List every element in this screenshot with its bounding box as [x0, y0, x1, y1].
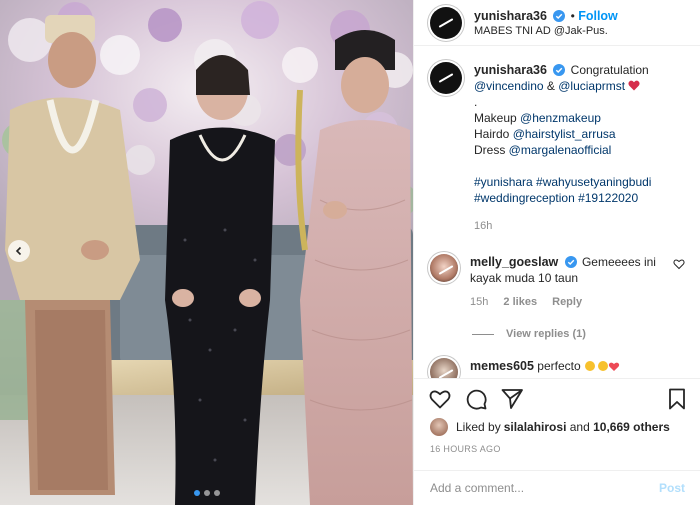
username-link[interactable]: yunishara36	[474, 9, 547, 23]
caption-line: yunishara36 Congratulation	[474, 62, 684, 78]
liked-by-count-link[interactable]: 10,669 others	[593, 420, 670, 434]
post-header-meta: yunishara36 • Follow MABES TNI AD @Jak-P…	[474, 9, 618, 37]
location-link[interactable]: MABES TNI AD @Jak-Pus.	[474, 25, 618, 37]
comment-line: melly_goeslaw Gemeeees ini	[470, 254, 670, 270]
avatar[interactable]	[430, 6, 462, 39]
verified-badge-icon	[553, 9, 566, 22]
post-actions	[414, 378, 700, 418]
caption-line: Hairdo @hairstylist_arrusa	[474, 126, 684, 142]
post-sidebar: yunishara36 • Follow MABES TNI AD @Jak-P…	[413, 0, 700, 505]
username-link[interactable]: memes605	[470, 359, 534, 373]
carousel-dot	[203, 490, 210, 496]
comment-item: melly_goeslaw Gemeeees ini kayak muda 10…	[430, 254, 685, 310]
divider	[472, 333, 494, 335]
caption-line: .	[474, 95, 478, 109]
caption-time[interactable]: 16h	[474, 218, 684, 234]
hashtag-link[interactable]: #yunishara #wahyusetyaningbudi	[474, 174, 684, 190]
liked-by-prefix: Liked by	[456, 420, 501, 434]
comments-list[interactable]: yunishara36 Congratulation @vincendino &…	[414, 56, 700, 378]
comment-text: Gemeeees ini	[581, 255, 656, 269]
liked-by-user-link[interactable]: silalahirosi	[504, 420, 567, 434]
avatar[interactable]	[430, 62, 462, 94]
comment-text: perfecto	[537, 359, 581, 373]
avatar[interactable]	[430, 418, 448, 436]
chevron-left-icon	[15, 246, 22, 256]
reply-button[interactable]: Reply	[552, 296, 582, 308]
caption-line: Dress @margalenaofficial	[474, 142, 684, 158]
comment-item: memes605 perfecto	[430, 358, 685, 378]
bookmark-icon[interactable]	[665, 387, 689, 411]
instagram-post: yunishara36 • Follow MABES TNI AD @Jak-P…	[0, 0, 700, 505]
view-replies-button[interactable]: View replies (1)	[472, 328, 685, 340]
likes-summary: Liked by silalahirosi and 10,669 others	[430, 418, 670, 436]
hashtag-link[interactable]: #weddingreception #19122020	[474, 190, 684, 206]
mention-link[interactable]: @henzmakeup	[520, 111, 601, 125]
view-replies-label: View replies (1)	[506, 328, 586, 340]
comment-body: memes605 perfecto	[470, 358, 670, 378]
carousel-dot	[193, 490, 200, 496]
caption-body: yunishara36 Congratulation @vincendino &…	[474, 62, 684, 234]
mention-link[interactable]: @margalenaofficial	[509, 143, 612, 157]
post-header: yunishara36 • Follow MABES TNI AD @Jak-P…	[414, 0, 700, 46]
heart-emoji-icon	[628, 80, 641, 91]
avatar[interactable]	[430, 358, 458, 378]
caption-text: Hairdo	[474, 127, 513, 141]
carousel-prev-button[interactable]	[8, 240, 30, 262]
comment-body: melly_goeslaw Gemeeees ini kayak muda 10…	[470, 254, 670, 310]
carousel-dot	[213, 490, 220, 496]
wedding-photo-illustration	[0, 0, 413, 505]
liked-by-and: and	[566, 420, 594, 434]
avatar[interactable]	[430, 254, 458, 282]
caption-text: Makeup	[474, 111, 521, 125]
comment-time[interactable]: 15h	[470, 296, 488, 308]
comment-actions: 15h 2 likes Reply	[470, 294, 670, 310]
mention-link[interactable]: @vincendino	[474, 79, 544, 93]
caption-line: @vincendino & @luciaprmst	[474, 78, 684, 94]
comment-bubble-icon[interactable]	[464, 387, 488, 411]
comment-line: memes605 perfecto	[470, 358, 670, 374]
caption-text: Dress	[474, 143, 509, 157]
post-comment-button[interactable]: Post	[659, 481, 685, 495]
post-photo[interactable]	[0, 0, 413, 505]
username-link[interactable]: melly_goeslaw	[470, 255, 558, 269]
username-link[interactable]: yunishara36	[474, 63, 547, 77]
emoji-icons	[585, 361, 620, 371]
post-timestamp[interactable]: 16 HOURS AGO	[430, 444, 501, 454]
comment-input[interactable]	[430, 481, 659, 495]
comment-likes-button[interactable]: 2 likes	[503, 296, 537, 308]
caption: yunishara36 Congratulation @vincendino &…	[430, 56, 685, 234]
separator-dot: •	[570, 8, 575, 23]
follow-button[interactable]: Follow	[578, 9, 618, 23]
verified-badge-icon	[553, 64, 566, 76]
caption-text: &	[543, 79, 559, 93]
caption-line	[474, 158, 684, 174]
like-heart-icon[interactable]	[428, 387, 452, 411]
carousel-indicator	[0, 490, 413, 496]
mention-link[interactable]: @luciaprmst	[558, 79, 625, 93]
verified-badge-icon	[564, 256, 577, 268]
share-send-icon[interactable]	[500, 387, 524, 411]
caption-text: Congratulation	[570, 63, 649, 77]
comment-line: kayak muda 10 taun	[470, 271, 579, 285]
mention-link[interactable]: @hairstylist_arrusa	[513, 127, 616, 141]
caption-line: Makeup @henzmakeup	[474, 110, 684, 126]
like-comment-heart-icon[interactable]	[673, 258, 685, 270]
add-comment-form: Post	[414, 470, 700, 505]
